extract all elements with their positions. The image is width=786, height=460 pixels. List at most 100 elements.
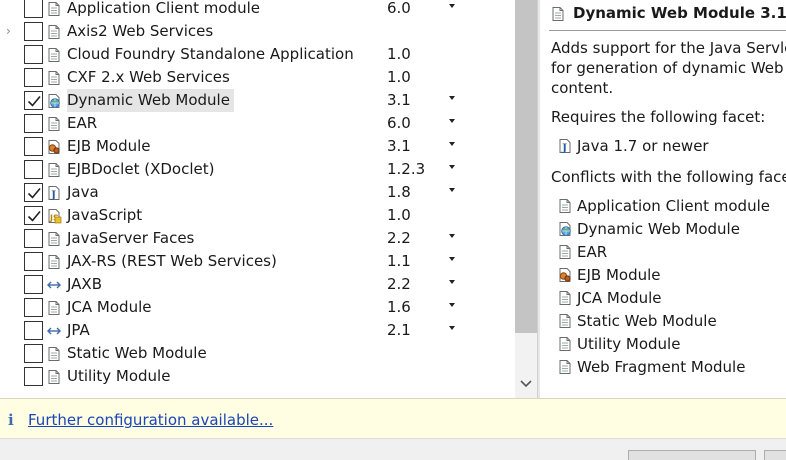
facet-row[interactable]: EAR 6.0 — [0, 112, 515, 135]
facet-version[interactable]: 3.1 — [387, 89, 411, 111]
facet-row[interactable]: JS JavaScript 1.0 — [0, 204, 515, 227]
facet-version[interactable]: 3.1 — [387, 135, 411, 157]
facet-row[interactable]: Cloud Foundry Standalone Application 1.0 — [0, 43, 515, 66]
version-dropdown-arrow-icon[interactable] — [449, 280, 455, 284]
facet-row[interactable]: Utility Module — [0, 365, 515, 388]
version-dropdown-arrow-icon[interactable] — [449, 165, 455, 169]
version-dropdown-arrow-icon[interactable] — [449, 234, 455, 238]
facet-checkbox[interactable] — [24, 68, 43, 87]
conflicts-label: Conflicts with the following facets: — [551, 168, 786, 186]
facet-checkbox[interactable] — [24, 252, 43, 271]
version-dropdown-arrow-icon[interactable] — [449, 303, 455, 307]
facet-version[interactable]: 1.8 — [387, 181, 411, 203]
facet-checkbox[interactable] — [24, 45, 43, 64]
facet-version[interactable]: 1.1 — [387, 250, 411, 272]
facet-version[interactable]: 2.1 — [387, 319, 411, 341]
page-icon — [557, 198, 573, 214]
details-description-line-1: Adds support for the Java Servlet API, — [551, 39, 786, 57]
details-title: Dynamic Web Module 3.1 — [573, 4, 786, 22]
facet-name: JCA Module — [67, 298, 152, 316]
version-dropdown-arrow-icon[interactable] — [449, 257, 455, 261]
facet-list: Application Client module 6.0 › Axis2 Web S… — [0, 0, 537, 398]
page-icon — [46, 47, 62, 63]
facet-checkbox[interactable] — [24, 91, 43, 110]
facet-row[interactable]: JAX-RS (REST Web Services) 1.1 — [0, 250, 515, 273]
conflict-item: Application Client module — [577, 197, 770, 215]
details-separator — [549, 30, 786, 31]
facet-checkbox[interactable] — [24, 229, 43, 248]
facet-checkbox[interactable] — [24, 0, 43, 18]
facet-name: Utility Module — [67, 367, 171, 385]
conflict-item: EJB Module — [577, 266, 661, 284]
facet-name: Application Client module — [67, 0, 260, 17]
arrows-icon — [46, 277, 62, 293]
facet-checkbox[interactable] — [24, 367, 43, 386]
facet-checkbox[interactable] — [24, 344, 43, 363]
facet-version[interactable]: 1.2.3 — [387, 158, 425, 180]
scroll-down-button[interactable] — [515, 374, 537, 394]
facet-name: Cloud Foundry Standalone Application — [67, 45, 354, 63]
version-dropdown-arrow-icon[interactable] — [449, 142, 455, 146]
facet-checkbox[interactable] — [24, 137, 43, 156]
facet-row[interactable]: EJB Module 3.1 — [0, 135, 515, 158]
facet-name: EAR — [67, 114, 98, 132]
facet-row[interactable]: EJBDoclet (XDoclet) 1.2.3 — [0, 158, 515, 181]
page-icon — [46, 300, 62, 316]
facet-checkbox[interactable] — [24, 160, 43, 179]
facet-name: EJB Module — [67, 137, 151, 155]
version-dropdown-arrow-icon[interactable] — [449, 96, 455, 100]
details-description-line-2: for generation of dynamic Web page — [551, 59, 786, 77]
facet-checkbox[interactable] — [24, 298, 43, 317]
expand-chevron-icon[interactable]: › — [6, 24, 16, 38]
dialog-button[interactable] — [628, 450, 756, 460]
checkmark-icon — [27, 210, 41, 222]
page-icon — [46, 162, 62, 178]
facet-checkbox[interactable] — [24, 22, 43, 41]
facet-row[interactable]: JCA Module 1.6 — [0, 296, 515, 319]
facet-checkbox[interactable] — [24, 275, 43, 294]
page-icon — [557, 313, 573, 329]
facet-row[interactable]: J Java 1.8 — [0, 181, 515, 204]
details-description-line-3: content. — [551, 79, 614, 97]
facet-name: JPA — [67, 321, 90, 339]
javascript-icon: JS — [46, 208, 62, 224]
version-dropdown-arrow-icon[interactable] — [449, 326, 455, 330]
page-icon — [557, 244, 573, 260]
facet-checkbox[interactable] — [24, 206, 43, 225]
facet-row[interactable]: › Axis2 Web Services — [0, 20, 515, 43]
facet-version: 1.0 — [387, 68, 411, 86]
facet-row[interactable]: JAXB 2.2 — [0, 273, 515, 296]
dialog-button-bar — [0, 438, 786, 460]
facet-version[interactable]: 2.2 — [387, 227, 411, 249]
facet-row[interactable]: JPA 2.1 — [0, 319, 515, 342]
facet-row[interactable]: Dynamic Web Module 3.1 — [0, 89, 515, 112]
version-dropdown-arrow-icon[interactable] — [449, 119, 455, 123]
facet-version[interactable]: 2.2 — [387, 273, 411, 295]
page-icon — [557, 290, 573, 306]
facet-name: CXF 2.x Web Services — [67, 68, 230, 86]
facet-row[interactable]: CXF 2.x Web Services 1.0 — [0, 66, 515, 89]
conflict-item: JCA Module — [577, 289, 662, 307]
facet-list-scrollbar-thumb[interactable] — [515, 0, 537, 333]
page-icon — [46, 254, 62, 270]
version-dropdown-arrow-icon[interactable] — [449, 188, 455, 192]
dialog-button[interactable] — [764, 450, 786, 460]
requires-item: Java 1.7 or newer — [577, 137, 709, 155]
facet-version[interactable]: 6.0 — [387, 0, 411, 19]
svg-text:J: J — [561, 143, 567, 154]
facet-checkbox[interactable] — [24, 183, 43, 202]
facet-checkbox[interactable] — [24, 114, 43, 133]
facet-row[interactable]: Application Client module 6.0 — [0, 0, 515, 20]
further-configuration-link[interactable]: Further configuration available... — [28, 411, 273, 429]
facet-row[interactable]: JavaServer Faces 2.2 — [0, 227, 515, 250]
arrows-icon — [46, 323, 62, 339]
facet-version[interactable]: 1.6 — [387, 296, 411, 318]
conflict-item: Web Fragment Module — [577, 358, 746, 376]
facet-version[interactable]: 6.0 — [387, 112, 411, 134]
page-icon — [46, 231, 62, 247]
pane-splitter[interactable] — [537, 0, 540, 398]
info-bar: i Further configuration available... — [0, 398, 786, 438]
facet-checkbox[interactable] — [24, 321, 43, 340]
version-dropdown-arrow-icon[interactable] — [449, 4, 455, 8]
facet-row[interactable]: Static Web Module — [0, 342, 515, 365]
